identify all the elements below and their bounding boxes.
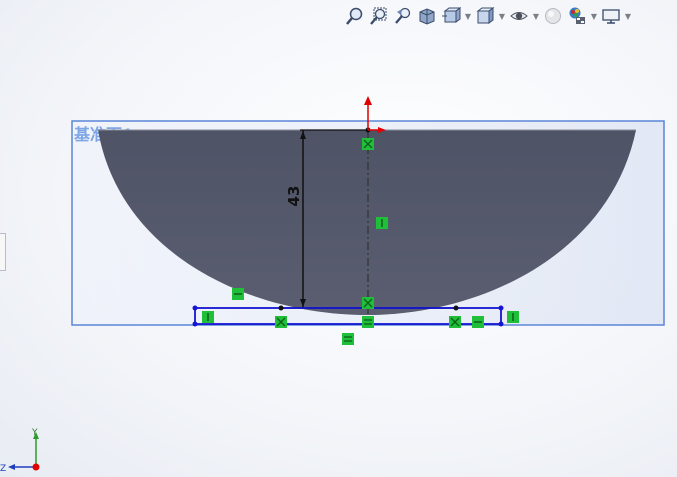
- coincident-relation-icon[interactable]: [449, 316, 461, 328]
- graphics-area[interactable]: 基准面1 43: [0, 0, 677, 477]
- sketch-point[interactable]: [278, 305, 284, 311]
- display-style-icon[interactable]: [474, 5, 496, 27]
- vertical-relation-icon[interactable]: [376, 217, 388, 229]
- eye-icon[interactable]: [508, 5, 530, 27]
- scene-icon[interactable]: [566, 5, 588, 27]
- zoom-area-icon[interactable]: [368, 5, 390, 27]
- sketch-point[interactable]: [453, 305, 459, 311]
- coincident-relation-icon[interactable]: [362, 297, 374, 309]
- dimension-text[interactable]: 43: [285, 186, 303, 207]
- horizontal-relation-icon[interactable]: [232, 288, 244, 300]
- coincident-relation-icon[interactable]: [275, 316, 287, 328]
- vertical-relation-icon[interactable]: [507, 311, 519, 323]
- view-orientation-icon[interactable]: [440, 5, 462, 27]
- chevron-down-icon[interactable]: ▼: [464, 5, 472, 27]
- monitor-icon[interactable]: [600, 5, 622, 27]
- chevron-down-icon[interactable]: ▼: [624, 5, 632, 27]
- heads-up-view-toolbar: ▼ ▼ ▼ ▼ ▼: [344, 4, 632, 28]
- horizontal-relation-icon[interactable]: [472, 316, 484, 328]
- horizontal-relation-icon[interactable]: [362, 316, 374, 328]
- appearance-icon[interactable]: [542, 5, 564, 27]
- section-view-icon[interactable]: [416, 5, 438, 27]
- chevron-down-icon[interactable]: ▼: [532, 5, 540, 27]
- vertical-relation-icon[interactable]: [202, 311, 214, 323]
- triad-y-label: Y: [31, 428, 38, 438]
- previous-view-icon[interactable]: [392, 5, 414, 27]
- zoom-fit-icon[interactable]: [344, 5, 366, 27]
- triad-z-label: Z: [0, 464, 6, 474]
- chevron-down-icon[interactable]: ▼: [590, 5, 598, 27]
- coincident-relation-icon[interactable]: [362, 138, 374, 150]
- chevron-down-icon[interactable]: ▼: [498, 5, 506, 27]
- collapsed-panel-tab[interactable]: [0, 233, 6, 271]
- view-triad[interactable]: Y Z: [0, 428, 40, 474]
- equal-relation-icon[interactable]: [342, 333, 354, 345]
